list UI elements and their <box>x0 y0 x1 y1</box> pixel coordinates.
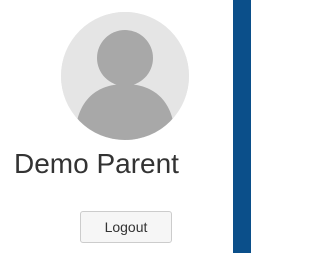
logout-button[interactable]: Logout <box>80 211 172 243</box>
profile-panel: Demo Parent Logout <box>0 0 233 253</box>
user-name: Demo Parent <box>14 148 179 179</box>
side-strip <box>233 0 251 253</box>
user-silhouette-icon <box>61 12 189 140</box>
avatar <box>61 12 189 140</box>
profile-viewport: Demo Parent Logout <box>0 0 251 253</box>
